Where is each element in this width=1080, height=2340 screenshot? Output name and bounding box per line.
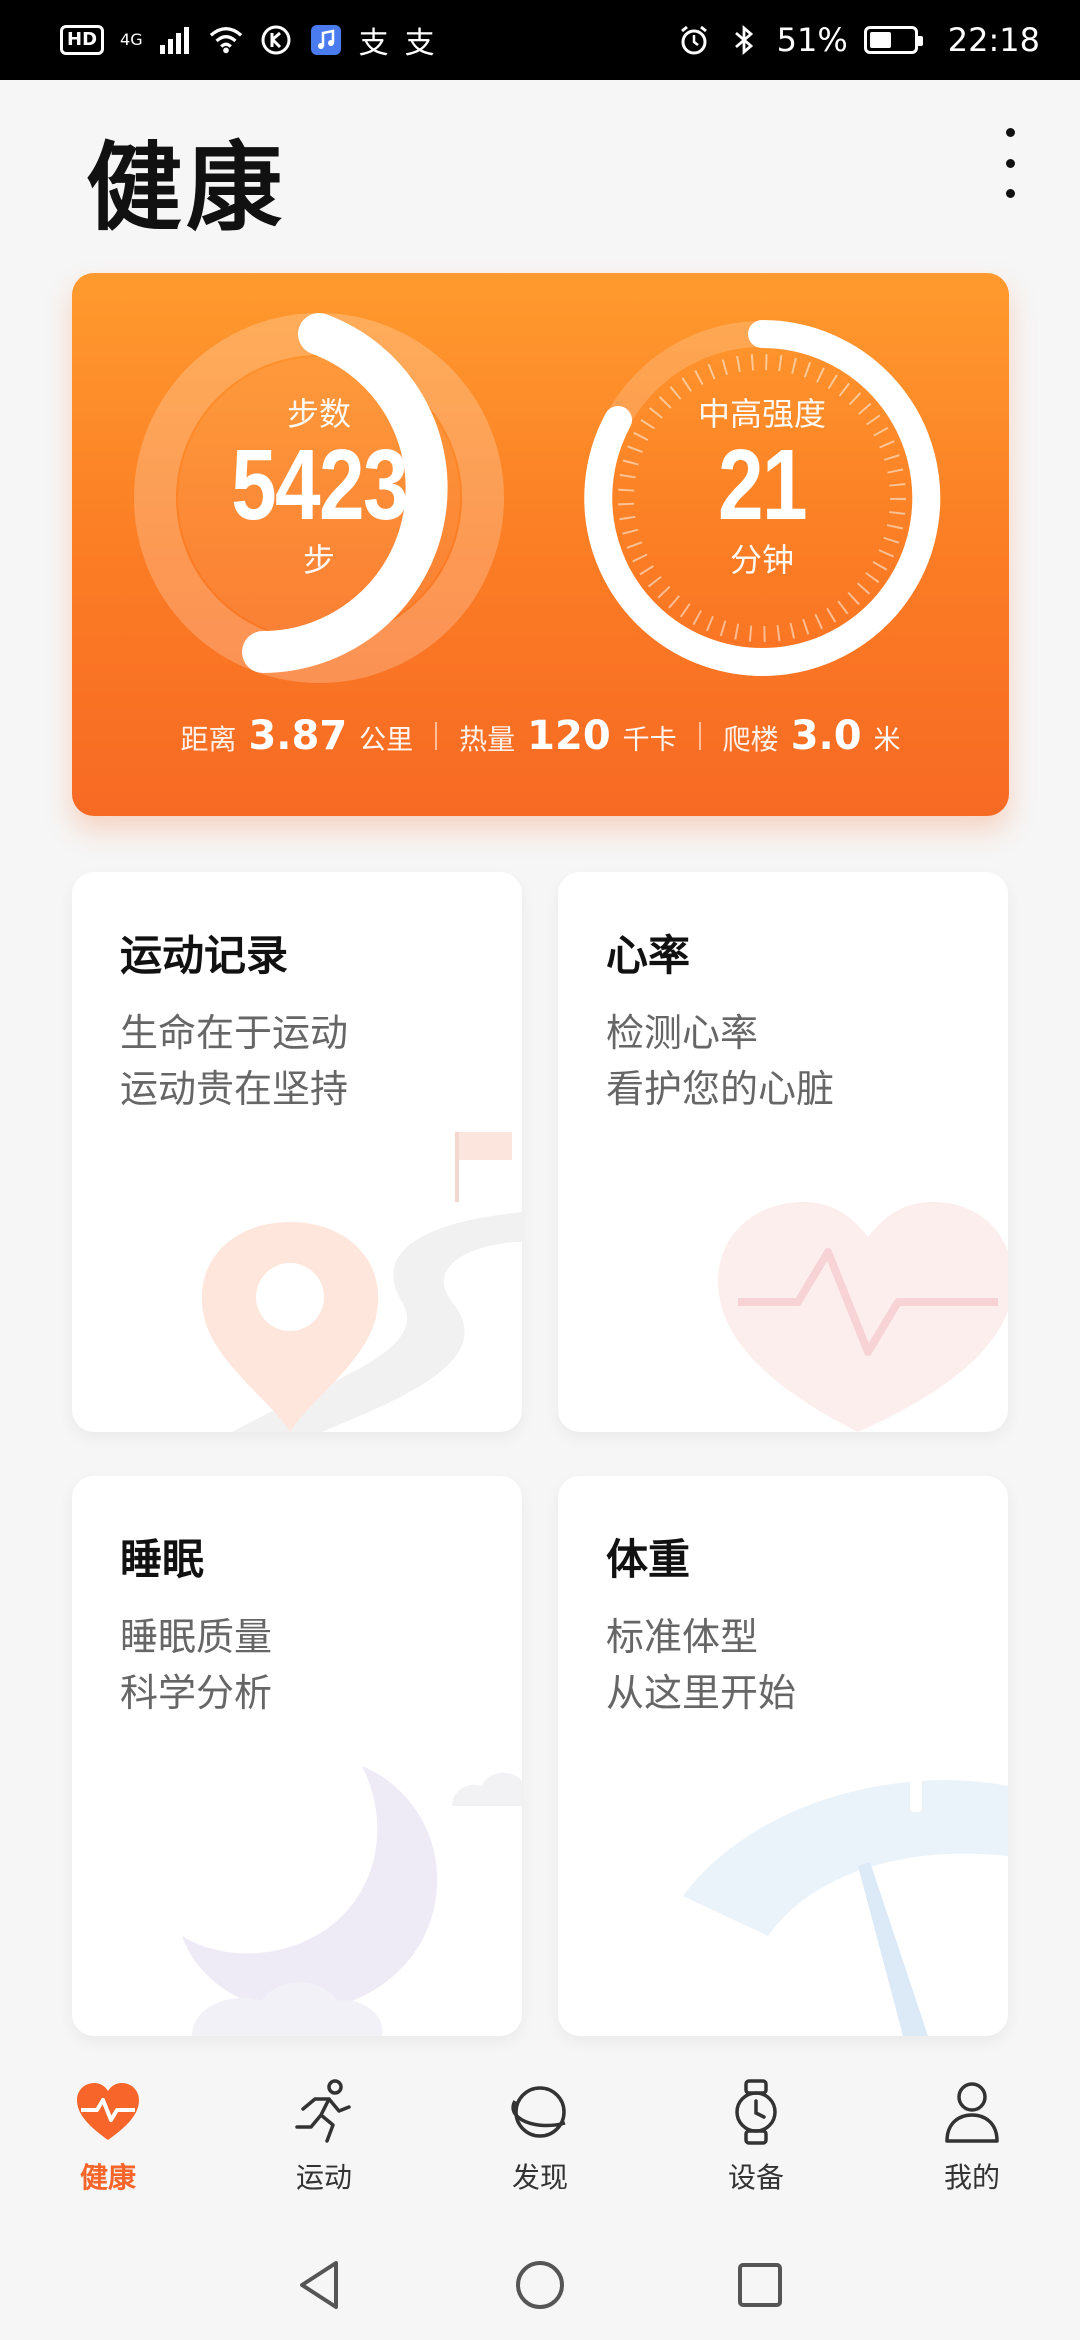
activity-stats-row: 距离 3.87 公里 热量 120 千卡 爬楼 3.0 米: [72, 713, 1009, 759]
card-subtitle: 睡眠质量: [120, 1615, 273, 1659]
heart-illustration: [718, 1202, 1008, 1432]
signal-icon: [159, 23, 193, 57]
calories-stat: 热量 120 千卡: [437, 713, 699, 759]
steps-value: 5423: [231, 429, 409, 541]
card-title: 运动记录: [120, 931, 289, 980]
alarm-icon: [677, 23, 711, 57]
nav-label: 我的: [943, 2161, 1000, 2194]
nav-label: 运动: [295, 2161, 352, 2194]
stat-value: 3.87: [248, 713, 348, 759]
nav-label: 健康: [79, 2161, 136, 2194]
nav-item-devices[interactable]: 设备: [676, 2076, 836, 2196]
dot-icon: [1005, 189, 1015, 198]
exercise-record-card[interactable]: 运动记录 生命在于运动 运动贵在坚持: [72, 872, 522, 1432]
dot-icon: [1005, 158, 1015, 168]
stat-unit: 千卡: [622, 725, 677, 756]
card-title: 睡眠: [120, 1535, 205, 1584]
planet-icon: [504, 2076, 576, 2148]
music-app-icon: [309, 23, 343, 57]
running-person-icon: [288, 2076, 360, 2148]
intensity-ring[interactable]: 中高强度 21 分钟: [642, 389, 882, 581]
intensity-unit: 分钟: [729, 541, 794, 579]
nav-item-discover[interactable]: 发现: [460, 2076, 620, 2196]
card-title: 体重: [606, 1535, 691, 1584]
card-subtitle: 检测心率: [606, 1011, 759, 1055]
heart-rate-card[interactable]: 心率 检测心率 看护您的心脏: [558, 872, 1008, 1432]
wifi-icon: [209, 23, 243, 57]
climb-stat: 爬楼 3.0 米: [701, 713, 923, 759]
system-navigation-bar: [0, 2230, 1080, 2340]
dot-icon: [1005, 128, 1015, 137]
bottom-navigation: 健康 运动 发现 设备 我的: [0, 2060, 1080, 2220]
watch-icon: [720, 2076, 792, 2148]
card-subtitle: 生命在于运动: [120, 1011, 349, 1055]
steps-ring[interactable]: 步数 5423 步: [199, 389, 439, 581]
status-bar-left: HD 4G 支 支: [60, 18, 435, 62]
stat-unit: 米: [873, 725, 901, 756]
card-subtitle: 标准体型: [606, 1615, 759, 1659]
stat-label: 爬楼: [722, 723, 779, 756]
nav-label: 发现: [511, 2161, 568, 2194]
alipay-icon: 支: [358, 26, 389, 61]
heart-pulse-icon: [72, 2076, 144, 2148]
status-bar: HD 4G 支 支 51% 22:18: [0, 0, 1080, 80]
person-icon: [936, 2076, 1008, 2148]
hd-badge: HD: [60, 25, 105, 55]
recents-square-icon[interactable]: [730, 2255, 790, 2315]
intensity-value: 21: [718, 429, 808, 541]
moon-illustration: [182, 1766, 522, 2036]
nav-item-me[interactable]: 我的: [892, 2076, 1052, 2196]
weight-card[interactable]: 体重 标准体型 从这里开始: [558, 1476, 1008, 2036]
stat-unit: 公里: [359, 725, 414, 756]
nav-label: 设备: [727, 2161, 784, 2194]
stat-value: 120: [527, 713, 611, 759]
nav-item-health[interactable]: 健康: [28, 2076, 188, 2196]
distance-stat: 距离 3.87 公里: [158, 713, 435, 759]
home-circle-icon[interactable]: [510, 2255, 570, 2315]
stat-label: 热量: [459, 723, 516, 756]
alipay-icon: 支: [404, 26, 435, 61]
scale-gauge-illustration: [683, 1766, 1008, 2036]
location-pin-road-illustration: [201, 1132, 522, 1432]
steps-unit: 步: [302, 541, 335, 579]
status-bar-right: 51% 22:18: [677, 21, 1040, 59]
battery-percent: 51%: [776, 21, 848, 59]
network-type-badge: 4G: [120, 30, 143, 49]
page-title: 健康: [86, 132, 286, 244]
back-triangle-icon[interactable]: [290, 2255, 350, 2315]
clock: 22:18: [947, 21, 1040, 59]
activity-summary-card[interactable]: 步数 5423 步 中高强度 21 分钟 距离 3.87 公里 热量 120 千…: [72, 273, 1009, 816]
sleep-card[interactable]: 睡眠 睡眠质量 科学分析: [72, 1476, 522, 2036]
stat-value: 3.0: [790, 713, 862, 759]
bluetooth-icon: [727, 23, 761, 57]
more-options-button[interactable]: [990, 128, 1030, 198]
stat-label: 距离: [180, 723, 237, 756]
card-title: 心率: [606, 931, 691, 980]
kugou-app-icon: [259, 23, 293, 57]
battery-icon: [863, 26, 923, 54]
nav-item-exercise[interactable]: 运动: [244, 2076, 404, 2196]
